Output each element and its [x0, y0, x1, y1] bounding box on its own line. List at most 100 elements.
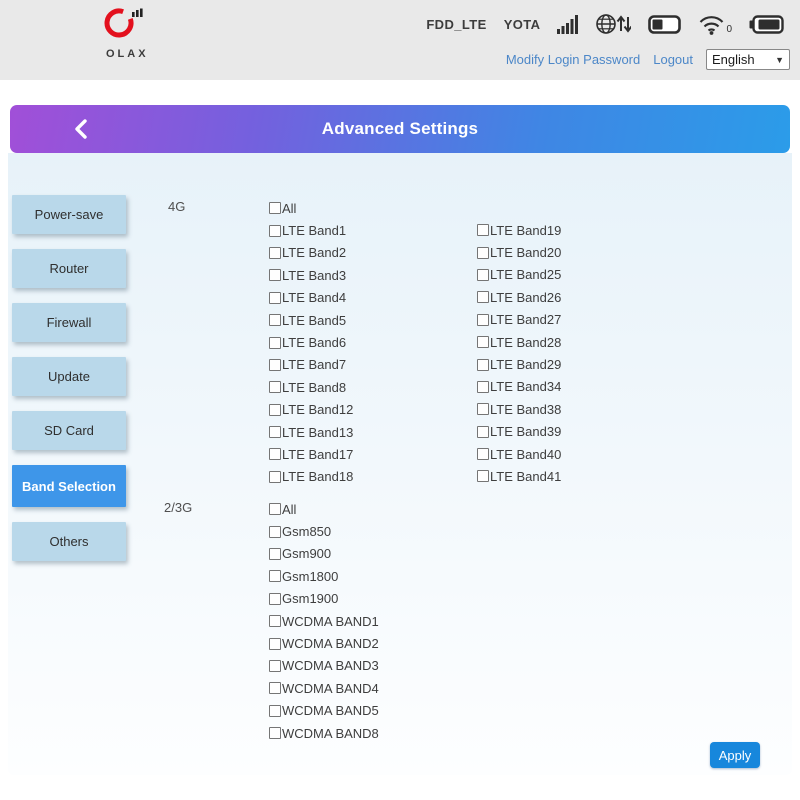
band-checkbox-row[interactable]: WCDMA BAND5 [269, 700, 379, 722]
checkbox-icon[interactable] [477, 268, 489, 281]
checkbox-icon[interactable] [269, 358, 281, 371]
back-button[interactable] [72, 117, 98, 141]
logout-link[interactable]: Logout [653, 52, 693, 67]
band-label: LTE Band6 [282, 335, 347, 351]
modify-password-link[interactable]: Modify Login Password [506, 52, 640, 67]
checkbox-icon[interactable] [477, 291, 489, 304]
checkbox-icon[interactable] [477, 380, 489, 393]
checkbox-icon[interactable] [477, 313, 489, 326]
band-label: LTE Band18 [282, 469, 354, 485]
band-checkbox-row[interactable]: LTE Band2 [269, 242, 353, 264]
band-checkbox-row[interactable]: LTE Band19 [477, 219, 561, 241]
band-checkbox-row[interactable]: LTE Band4 [269, 287, 353, 309]
chevron-down-icon: ▼ [775, 54, 784, 65]
band-checkbox-row[interactable]: WCDMA BAND4 [269, 677, 379, 699]
sidebar: Power-save Router Firewall Update SD Car… [12, 195, 128, 561]
checkbox-icon[interactable] [477, 448, 489, 461]
checkbox-icon[interactable] [477, 425, 489, 438]
checkbox-icon[interactable] [269, 592, 281, 605]
band-label: WCDMA BAND5 [282, 703, 379, 719]
checkbox-icon[interactable] [477, 224, 489, 237]
checkbox-icon[interactable] [269, 470, 281, 483]
band-checkbox-row[interactable]: LTE Band13 [269, 421, 353, 443]
band-list-23g: All Gsm850 Gsm900 Gsm1800 Gsm1900 WCDMA … [269, 498, 379, 744]
checkbox-icon[interactable] [269, 381, 281, 394]
band-checkbox-row[interactable]: LTE Band27 [477, 309, 561, 331]
wifi-clients-count: 0 [726, 23, 732, 35]
band-checkbox-row[interactable]: Gsm900 [269, 543, 379, 565]
band-checkbox-row[interactable]: LTE Band25 [477, 264, 561, 286]
band-checkbox-row[interactable]: LTE Band1 [269, 219, 353, 241]
band-label: Gsm900 [282, 546, 332, 562]
section-label-23g: 2/3G [164, 500, 193, 515]
checkbox-icon[interactable] [269, 202, 281, 215]
checkbox-icon[interactable] [269, 246, 281, 259]
sidebar-item[interactable]: Band Selection [12, 465, 126, 507]
band-label: LTE Band2 [282, 245, 347, 261]
band-checkbox-row[interactable]: LTE Band3 [269, 264, 353, 286]
checkbox-icon[interactable] [269, 336, 281, 349]
band-checkbox-row[interactable]: LTE Band17 [269, 443, 353, 465]
band-label: LTE Band28 [490, 334, 562, 350]
band-checkbox-row[interactable]: LTE Band18 [269, 466, 353, 488]
sidebar-item-label: Router [49, 261, 89, 276]
checkbox-icon[interactable] [269, 525, 281, 538]
checkbox-icon[interactable] [269, 727, 281, 740]
checkbox-icon[interactable] [477, 358, 489, 371]
checkbox-icon[interactable] [477, 403, 489, 416]
band-checkbox-row[interactable]: LTE Band20 [477, 241, 561, 263]
sidebar-item[interactable]: Others [12, 522, 126, 561]
checkbox-icon[interactable] [269, 570, 281, 583]
apply-button[interactable]: Apply [710, 742, 760, 768]
checkbox-icon[interactable] [269, 291, 281, 304]
checkbox-icon[interactable] [269, 547, 281, 560]
checkbox-icon[interactable] [269, 224, 281, 237]
checkbox-icon[interactable] [269, 704, 281, 717]
band-checkbox-row[interactable]: WCDMA BAND1 [269, 610, 379, 632]
band-checkbox-row[interactable]: Gsm850 [269, 520, 379, 542]
checkbox-icon[interactable] [269, 403, 281, 416]
sidebar-item[interactable]: Power-save [12, 195, 126, 234]
band-checkbox-row[interactable]: WCDMA BAND3 [269, 655, 379, 677]
checkbox-icon[interactable] [269, 448, 281, 461]
band-checkbox-row[interactable]: Gsm1800 [269, 565, 379, 587]
page-title: Advanced Settings [321, 119, 479, 138]
band-checkbox-row[interactable]: LTE Band41 [477, 465, 561, 487]
band-checkbox-row[interactable]: All [269, 197, 353, 219]
checkbox-icon[interactable] [269, 314, 281, 327]
band-checkbox-row[interactable]: LTE Band6 [269, 331, 353, 353]
band-checkbox-row[interactable]: All [269, 498, 379, 520]
sidebar-item[interactable]: Update [12, 357, 126, 396]
signal-bars-icon [557, 14, 579, 34]
band-checkbox-row[interactable]: LTE Band38 [477, 398, 561, 420]
band-checkbox-row[interactable]: LTE Band39 [477, 421, 561, 443]
checkbox-icon[interactable] [477, 470, 489, 483]
band-checkbox-row[interactable]: LTE Band40 [477, 443, 561, 465]
band-checkbox-row[interactable]: LTE Band7 [269, 354, 353, 376]
account-links-row: Modify Login Password Logout English ▼ [506, 49, 790, 70]
band-checkbox-row[interactable]: LTE Band28 [477, 331, 561, 353]
checkbox-icon[interactable] [477, 246, 489, 259]
band-checkbox-row[interactable]: LTE Band34 [477, 376, 561, 398]
band-checkbox-row[interactable]: LTE Band12 [269, 399, 353, 421]
checkbox-icon[interactable] [269, 426, 281, 439]
sidebar-item[interactable]: Router [12, 249, 126, 288]
checkbox-icon[interactable] [477, 336, 489, 349]
band-checkbox-row[interactable]: WCDMA BAND8 [269, 722, 379, 744]
checkbox-icon[interactable] [269, 682, 281, 695]
checkbox-icon[interactable] [269, 637, 281, 650]
band-checkbox-row[interactable]: LTE Band5 [269, 309, 353, 331]
band-checkbox-row[interactable]: LTE Band26 [477, 286, 561, 308]
brand-name: OLAX [106, 48, 149, 60]
band-checkbox-row[interactable]: WCDMA BAND2 [269, 632, 379, 654]
language-select[interactable]: English ▼ [706, 49, 790, 70]
sidebar-item[interactable]: Firewall [12, 303, 126, 342]
band-checkbox-row[interactable]: Gsm1900 [269, 588, 379, 610]
sidebar-item[interactable]: SD Card [12, 411, 126, 450]
checkbox-icon[interactable] [269, 269, 281, 282]
checkbox-icon[interactable] [269, 659, 281, 672]
band-checkbox-row[interactable]: LTE Band8 [269, 376, 353, 398]
checkbox-icon[interactable] [269, 503, 281, 516]
band-checkbox-row[interactable]: LTE Band29 [477, 353, 561, 375]
checkbox-icon[interactable] [269, 615, 281, 628]
